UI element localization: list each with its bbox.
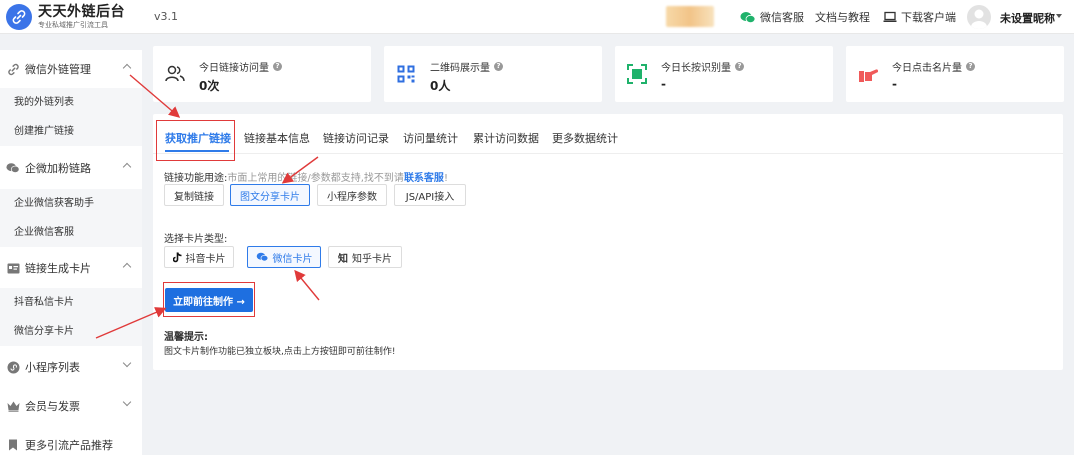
chevron-up-icon bbox=[122, 262, 132, 272]
zhihu-card-label: 知乎卡片 bbox=[352, 253, 392, 265]
sidebar-item-wecom-service[interactable]: 企业微信客服 bbox=[0, 218, 142, 247]
uses-end: ! bbox=[443, 173, 448, 184]
sidebar-group-label: 企微加粉链路 bbox=[25, 162, 91, 175]
tab-more-stats[interactable]: 更多数据统计 bbox=[552, 130, 618, 146]
annotation-box-go-button bbox=[163, 282, 255, 317]
card-type-label: 选择卡片类型: bbox=[164, 234, 228, 245]
sidebar-group-more-products[interactable]: 更多引流产品推荐 bbox=[0, 426, 142, 455]
js-api-button[interactable]: JS/API接入 bbox=[394, 184, 466, 206]
annotation-box-tab bbox=[156, 120, 235, 161]
stat-card-qrcode-views: 二维码展示量? 0人 bbox=[384, 46, 602, 102]
tab-cumulative-data[interactable]: 累计访问数据 bbox=[473, 130, 539, 146]
tab-link-info[interactable]: 链接基本信息 bbox=[244, 130, 310, 146]
app-subtitle: 专业私域推广引流工具 bbox=[38, 21, 108, 29]
tiktok-icon bbox=[172, 251, 182, 263]
sidebar-group-link-management[interactable]: 微信外链管理 bbox=[0, 50, 142, 88]
stat-value: - bbox=[661, 77, 666, 91]
stat-value: - bbox=[892, 77, 897, 91]
douyin-card-label: 抖音卡片 bbox=[185, 253, 226, 265]
logo[interactable]: 天天外链后台 专业私域推广引流工具 bbox=[6, 4, 125, 30]
chevron-up-icon bbox=[122, 162, 132, 172]
sidebar-item-create-link[interactable]: 创建推广链接 bbox=[0, 117, 142, 146]
qrcode-icon bbox=[396, 64, 416, 84]
avatar[interactable] bbox=[967, 5, 991, 29]
tab-visit-stats[interactable]: 访问量统计 bbox=[403, 130, 458, 146]
link-icon bbox=[6, 62, 20, 76]
sidebar-item-my-links[interactable]: 我的外链列表 bbox=[0, 88, 142, 117]
wechat-card-button[interactable]: 微信卡片 bbox=[247, 246, 321, 268]
chat-bubble-icon bbox=[6, 161, 20, 175]
stat-card-link-visits: 今日链接访问量? 0次 bbox=[153, 46, 371, 102]
uses-hint: 市面上常用的链接/参数都支持,找不到请 bbox=[227, 173, 404, 184]
download-client-link[interactable]: 下载客户端 bbox=[883, 9, 956, 25]
top-header: 天天外链后台 专业私域推广引流工具 v3.1 微信客服 文档与教程 下载客户端 … bbox=[0, 0, 1074, 34]
sidebar: 微信外链管理 我的外链列表 创建推广链接 企微加粉链路 企业微信获客助手 企业微… bbox=[0, 50, 142, 455]
wechat-icon bbox=[256, 252, 269, 262]
hand-pointer-icon bbox=[858, 64, 878, 84]
help-icon[interactable]: ? bbox=[966, 62, 975, 71]
stat-label: 二维码展示量 bbox=[430, 63, 490, 74]
caret-down-icon[interactable] bbox=[1056, 14, 1062, 18]
miniprogram-icon bbox=[6, 360, 20, 374]
scan-icon bbox=[627, 64, 647, 84]
sidebar-group-label: 会员与发票 bbox=[25, 400, 80, 413]
sidebar-item-wecom-assistant[interactable]: 企业微信获客助手 bbox=[0, 189, 142, 218]
download-label: 下载客户端 bbox=[901, 11, 956, 24]
service-label: 微信客服 bbox=[760, 11, 804, 24]
stat-label: 今日点击名片量 bbox=[892, 63, 962, 74]
zhihu-card-button[interactable]: 知 知乎卡片 bbox=[328, 246, 402, 268]
users-icon bbox=[165, 64, 185, 84]
sidebar-group-card-gen[interactable]: 链接生成卡片 bbox=[0, 249, 142, 287]
wechat-icon bbox=[740, 11, 756, 24]
sidebar-group-label: 链接生成卡片 bbox=[25, 262, 91, 275]
stat-value: 0次 bbox=[199, 79, 220, 93]
docs-link[interactable]: 文档与教程 bbox=[815, 9, 870, 25]
laptop-icon bbox=[883, 11, 897, 23]
stat-label: 今日链接访问量 bbox=[199, 63, 269, 74]
copy-link-button[interactable]: 复制链接 bbox=[164, 184, 224, 206]
help-icon[interactable]: ? bbox=[273, 62, 282, 71]
image-share-card-button[interactable]: 图文分享卡片 bbox=[230, 184, 310, 206]
help-icon[interactable]: ? bbox=[735, 62, 744, 71]
wechat-service-link[interactable]: 微信客服 bbox=[740, 9, 804, 25]
user-nickname[interactable]: 未设置昵称 bbox=[1000, 10, 1055, 26]
tips-text: 图文卡片制作功能已独立板块,点击上方按钮即可前往制作! bbox=[164, 347, 396, 357]
chevron-down-icon bbox=[122, 397, 132, 407]
sidebar-item-douyin-card[interactable]: 抖音私信卡片 bbox=[0, 288, 142, 317]
help-icon[interactable]: ? bbox=[494, 62, 503, 71]
stat-value: 0人 bbox=[430, 79, 451, 93]
sidebar-group-label: 更多引流产品推荐 bbox=[25, 439, 113, 452]
uses-label: 链接功能用途: bbox=[164, 173, 228, 184]
sidebar-item-wechat-card[interactable]: 微信分享卡片 bbox=[0, 317, 142, 346]
crown-icon bbox=[6, 399, 20, 413]
blurred-banner bbox=[666, 6, 714, 27]
wechat-card-label: 微信卡片 bbox=[272, 253, 313, 265]
tips-title: 温馨提示: bbox=[164, 332, 208, 343]
card-icon bbox=[6, 261, 20, 275]
stat-card-card-clicks: 今日点击名片量? - bbox=[846, 46, 1064, 102]
bookmark-icon bbox=[6, 438, 20, 452]
tab-bar: 获取推广链接 链接基本信息 链接访问记录 访问量统计 累计访问数据 更多数据统计 bbox=[153, 114, 1063, 154]
contact-service-link[interactable]: 联系客服 bbox=[404, 173, 444, 184]
sidebar-group-membership[interactable]: 会员与发票 bbox=[0, 387, 142, 425]
app-title: 天天外链后台 bbox=[38, 4, 125, 20]
link-uses-line: 链接功能用途:市面上常用的链接/参数都支持,找不到请联系客服! bbox=[164, 169, 448, 184]
stat-card-longpress-scans: 今日长按识别量? - bbox=[615, 46, 833, 102]
main-panel: 获取推广链接 链接基本信息 链接访问记录 访问量统计 累计访问数据 更多数据统计… bbox=[153, 114, 1063, 370]
chevron-up-icon bbox=[122, 63, 132, 73]
sidebar-group-label: 微信外链管理 bbox=[25, 63, 91, 76]
zhihu-icon: 知 bbox=[338, 253, 348, 265]
stat-label: 今日长按识别量 bbox=[661, 63, 731, 74]
sidebar-group-miniprogram[interactable]: 小程序列表 bbox=[0, 348, 142, 386]
tab-visit-records[interactable]: 链接访问记录 bbox=[323, 130, 389, 146]
sidebar-group-label: 小程序列表 bbox=[25, 361, 80, 374]
sidebar-group-wecom-fans[interactable]: 企微加粉链路 bbox=[0, 149, 142, 187]
miniprogram-param-button[interactable]: 小程序参数 bbox=[317, 184, 387, 206]
douyin-card-button[interactable]: 抖音卡片 bbox=[164, 246, 234, 268]
chevron-down-icon bbox=[122, 358, 132, 368]
version-label: v3.1 bbox=[154, 10, 179, 23]
link-logo-icon bbox=[6, 4, 32, 30]
